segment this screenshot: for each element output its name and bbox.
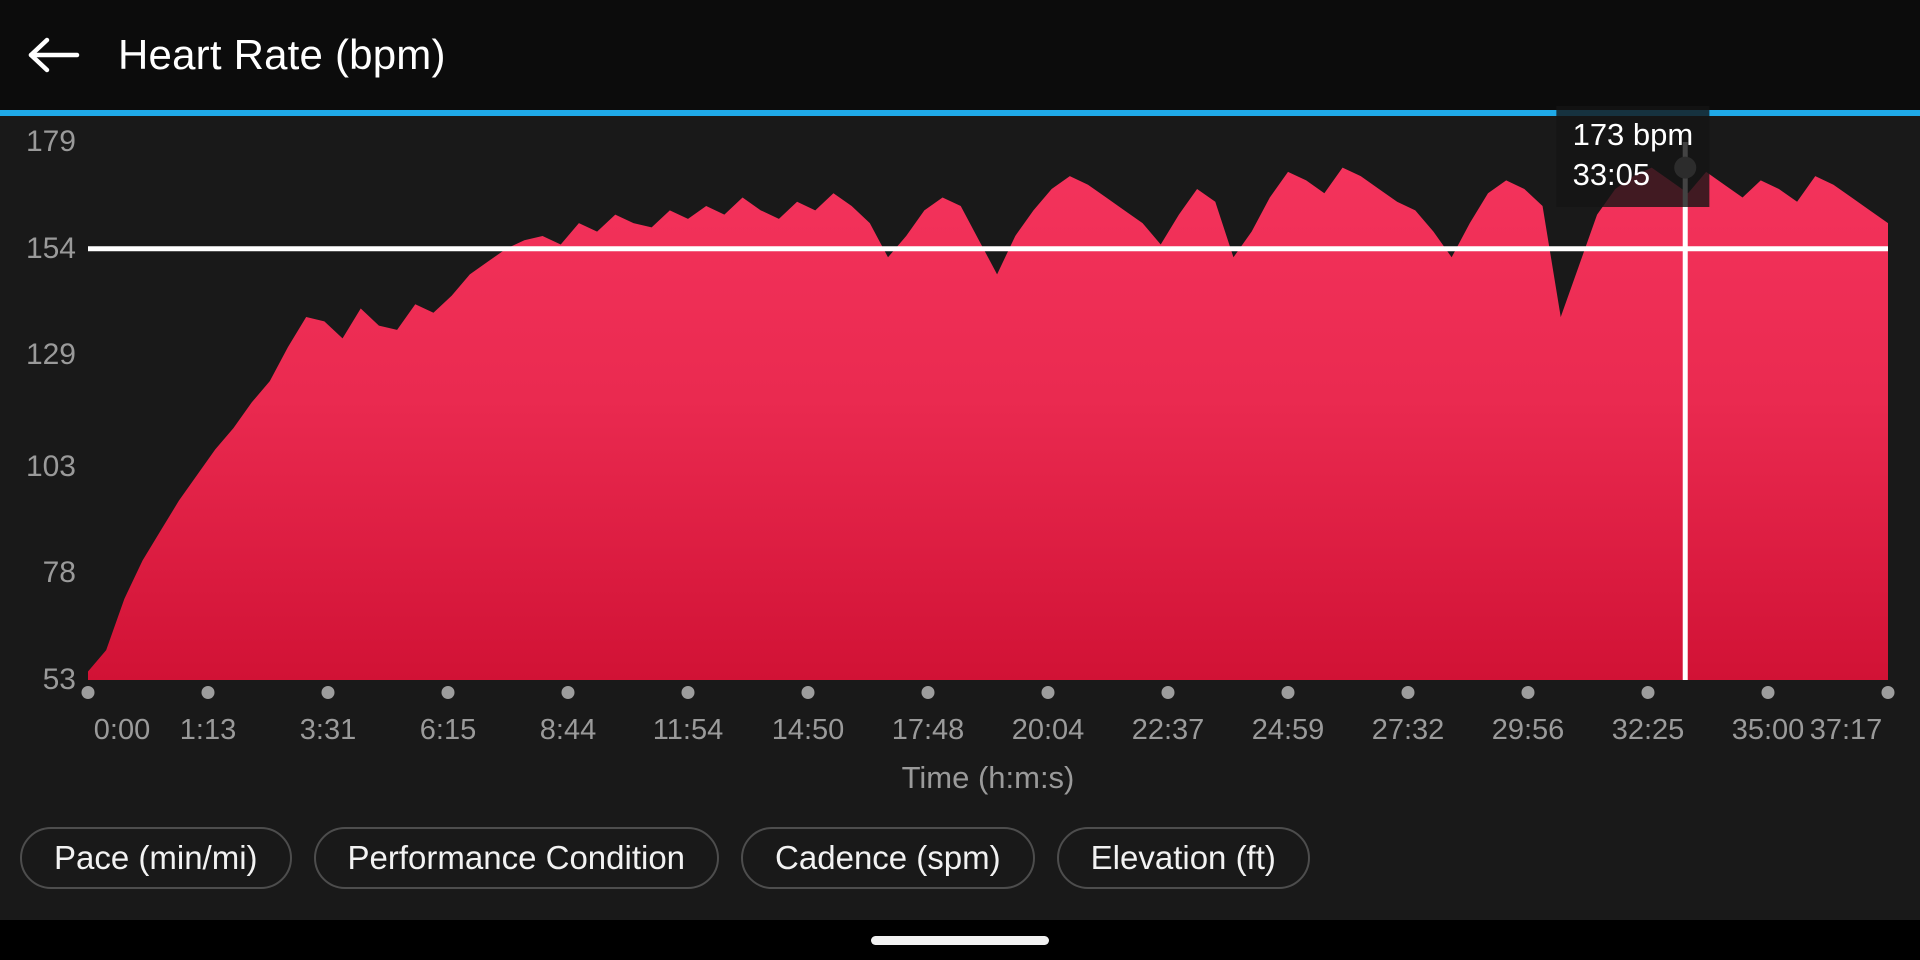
x-axis-tick-label: 6:15 xyxy=(419,714,477,746)
x-axis-tick xyxy=(81,686,95,699)
y-axis: 179 154 129 103 78 53 xyxy=(0,125,76,696)
app-header: Heart Rate (bpm) xyxy=(0,0,1920,110)
x-axis-tick-label: 1:13 xyxy=(179,714,237,746)
chart-plot[interactable]: 173 bpm 33:05 xyxy=(88,105,1888,680)
x-axis-tick-label: 37:17 xyxy=(1809,714,1883,746)
metric-button-elevation[interactable]: Elevation (ft) xyxy=(1056,827,1310,889)
y-axis-tick-label: 154 xyxy=(25,231,76,265)
x-axis-tick-label: 17:48 xyxy=(891,714,965,746)
page-title: Heart Rate (bpm) xyxy=(118,31,446,78)
android-nav-bar xyxy=(0,920,1920,960)
x-axis-tick xyxy=(1761,686,1775,699)
y-axis-tick-label: 129 xyxy=(25,338,76,372)
y-axis-tick-label: 103 xyxy=(25,449,76,483)
y-axis-tick-label: 78 xyxy=(42,556,76,590)
x-axis-tick xyxy=(1401,686,1415,699)
x-axis-tick-label: 14:50 xyxy=(771,714,845,746)
y-axis-tick-label: 179 xyxy=(25,125,76,158)
x-axis-title: Time (h:m:s) xyxy=(901,760,1075,795)
x-axis-tick-label: 3:31 xyxy=(299,714,357,746)
arrow-left-icon xyxy=(27,35,81,75)
gesture-handle[interactable] xyxy=(871,935,1049,945)
x-axis-tick xyxy=(321,686,335,699)
x-axis-tick-label: 0:00 xyxy=(93,714,151,746)
x-axis-tick xyxy=(921,686,935,699)
cursor-marker-dot xyxy=(1674,156,1697,179)
x-axis-tick-label: 8:44 xyxy=(539,714,597,746)
x-axis-tick-label: 11:54 xyxy=(652,714,724,746)
cursor-marker-layer xyxy=(1674,156,1697,179)
x-axis-tick xyxy=(1881,686,1895,699)
heart-rate-chart-screen: Heart Rate (bpm) 179 154 129 103 78 53 1… xyxy=(0,0,1920,960)
metric-button-performance-condition[interactable]: Performance Condition xyxy=(313,827,720,889)
x-axis-tick xyxy=(1281,686,1295,699)
x-axis-tick-label: 27:32 xyxy=(1371,714,1445,746)
x-axis-tick-label: 24:59 xyxy=(1251,714,1325,746)
metric-button-row: Pace (min/mi) Performance Condition Cade… xyxy=(0,796,1920,920)
x-axis-tick xyxy=(1041,686,1055,699)
y-axis-tick-label: 53 xyxy=(42,663,76,696)
chart-container: 179 154 129 103 78 53 173 bpm 33:05 Time… xyxy=(0,105,1920,796)
x-axis: Time (h:m:s) 0:00 1:13 3:31 6:15 8:44 11:54 14… xyxy=(81,686,1895,796)
x-axis-tick xyxy=(441,686,455,699)
x-axis-tick-label: 20:04 xyxy=(1011,714,1085,746)
back-button[interactable] xyxy=(0,0,108,110)
x-axis-tick xyxy=(1521,686,1535,699)
metric-button-cadence[interactable]: Cadence (spm) xyxy=(741,827,1035,889)
x-axis-tick xyxy=(681,686,695,699)
metric-button-pace[interactable]: Pace (min/mi) xyxy=(20,827,292,889)
x-axis-tick xyxy=(1641,686,1655,699)
x-axis-tick xyxy=(561,686,575,699)
x-axis-tick xyxy=(1161,686,1175,699)
x-axis-tick xyxy=(201,686,215,699)
x-axis-tick-label: 29:56 xyxy=(1491,714,1565,746)
x-axis-tick-label: 35:00 xyxy=(1731,714,1805,746)
x-axis-tick-label: 22:37 xyxy=(1131,714,1205,746)
x-axis-tick xyxy=(801,686,815,699)
x-axis-tick-label: 32:25 xyxy=(1611,714,1685,746)
